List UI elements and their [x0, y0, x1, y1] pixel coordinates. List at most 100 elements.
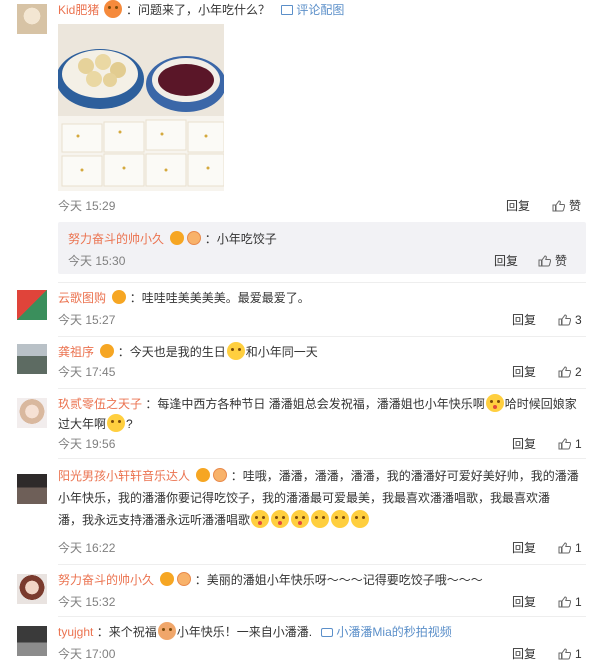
comment-text: ：哇哦，潘潘，潘潘，潘潘，我的潘潘好可爱好美好帅，我的潘潘	[230, 469, 579, 483]
like-button[interactable]: 赞	[552, 196, 581, 216]
username[interactable]: 龚祖序	[58, 345, 94, 359]
comment-text: ：小年吃饺子	[204, 232, 277, 246]
thumbs-up-icon	[558, 366, 571, 378]
comment-text: 小年快乐，我的潘潘你要记得吃饺子，我的潘潘最可爱最美，我最喜欢潘潘唱歌，我最喜欢…	[58, 491, 551, 505]
comment-text: 小年快乐！一来自小潘潘.	[176, 625, 313, 639]
username[interactable]: tyujght	[58, 625, 93, 639]
kiss-emoji-icon	[485, 394, 504, 412]
comment-feed: Kid肥猪 ：问题来了，小年吃什么？ 评论配图 今天 15:29 回复 赞 努力…	[0, 0, 600, 670]
divider	[58, 458, 586, 459]
kiss-emoji-icon	[291, 510, 310, 528]
like-count: 1	[575, 595, 582, 609]
comment-time: 今天 15:32	[58, 595, 116, 609]
comment-text: ：每逢中西方各种节日 潘潘姐总会发祝福，潘潘姐也小年快乐啊	[145, 397, 485, 411]
like-count: 1	[575, 541, 582, 555]
avatar[interactable]	[17, 574, 47, 604]
like-label: 赞	[569, 199, 582, 213]
username[interactable]: 阳光男孩小轩轩音乐达人	[58, 469, 190, 483]
reply-button[interactable]: 回复	[512, 592, 536, 612]
medal-badge-icon	[177, 572, 192, 586]
thumbs-up-icon	[552, 200, 565, 212]
like-label: 赞	[555, 254, 568, 268]
wink-emoji-icon	[107, 414, 126, 432]
thumbs-up-icon	[558, 438, 571, 450]
video-link[interactable]: 小潘潘Mia的秒拍视频	[336, 625, 451, 639]
username[interactable]: 努力奋斗的帅小久	[58, 573, 154, 587]
reply-button[interactable]: 回复	[512, 362, 536, 382]
divider	[58, 564, 586, 565]
like-count: 1	[575, 647, 582, 661]
avatar[interactable]	[17, 474, 47, 504]
divider	[58, 388, 586, 389]
like-button[interactable]: 3	[558, 310, 582, 330]
reply-button[interactable]: 回复	[494, 251, 518, 271]
like-button[interactable]: 2	[558, 362, 582, 382]
reply-button[interactable]: 回复	[512, 434, 536, 454]
comment-item: 玖贰零伍之天子 ：每逢中西方各种节日 潘潘姐总会发祝福，潘潘姐也小年快乐啊 哈时候…	[0, 394, 600, 458]
divider	[58, 282, 586, 283]
emoji-icon	[103, 0, 122, 18]
smile-emoji-icon	[351, 510, 370, 528]
username[interactable]: 努力奋斗的帅小久	[68, 232, 164, 246]
comment-text: ：今天也是我的生日	[117, 345, 226, 359]
comment-time: 今天 15:27	[58, 313, 116, 327]
comment-text: ：问题来了，小年吃什么？	[126, 3, 271, 17]
video-icon	[321, 628, 334, 637]
reply-button[interactable]: 回复	[512, 644, 536, 664]
vip-badge-icon	[100, 344, 115, 358]
thumbs-up-icon	[558, 314, 571, 326]
thumbs-up-icon	[558, 542, 571, 554]
username[interactable]: 云歌图购	[58, 291, 106, 305]
comment-time: 今天 15:29	[58, 199, 116, 213]
comment-text: ：哇哇哇美美美美。最爱最爱了。	[129, 291, 310, 305]
thumbs-up-icon	[538, 255, 551, 267]
comment-photo[interactable]	[58, 24, 224, 191]
comment-item: tyujght ：来个祝福 小年快乐！一来自小潘潘. 小潘潘Mia的秒拍视频 今天…	[0, 622, 600, 670]
smile-emoji-icon	[311, 510, 330, 528]
avatar[interactable]	[17, 626, 47, 656]
reply-button[interactable]: 回复	[512, 310, 536, 330]
like-button[interactable]: 1	[558, 592, 582, 612]
avatar[interactable]	[17, 290, 47, 320]
like-count: 3	[575, 313, 582, 327]
vip-badge-icon	[160, 572, 175, 586]
divider	[58, 616, 586, 617]
avatar[interactable]	[17, 4, 47, 34]
comment-time: 今天 17:00	[58, 647, 116, 661]
comment-item: 阳光男孩小轩轩音乐达人 ：哇哦，潘潘，潘潘，潘潘，我的潘潘好可爱好美好帅，我的潘…	[0, 466, 600, 564]
comment-time: 今天 15:30	[68, 254, 126, 268]
comment-item: 努力奋斗的帅小久 ：美丽的潘姐小年快乐呀～～～记得要吃饺子哦～～～ 今天 15:…	[0, 570, 600, 614]
like-button[interactable]: 1	[558, 434, 582, 454]
comment-image-link[interactable]: 评论配图	[296, 3, 344, 17]
reply-button[interactable]: 回复	[512, 538, 536, 558]
smile-emoji-icon	[331, 510, 350, 528]
comment-text: ?	[126, 417, 133, 431]
comment-time: 今天 19:56	[58, 437, 116, 451]
username[interactable]: Kid肥猪	[58, 3, 99, 17]
like-button[interactable]: 1	[558, 538, 582, 558]
laughing-emoji-icon	[226, 342, 245, 360]
comment-text: ：来个祝福	[96, 625, 157, 639]
like-button[interactable]: 赞	[538, 251, 567, 271]
vip-badge-icon	[196, 468, 211, 482]
comment-text: 过大年啊	[58, 417, 107, 431]
comment-time: 今天 17:45	[58, 365, 116, 379]
medal-badge-icon	[213, 468, 228, 482]
thumbs-up-icon	[558, 596, 571, 608]
sub-reply: 努力奋斗的帅小久 ：小年吃饺子 今天 15:30 回复 赞	[58, 222, 586, 274]
vip-badge-icon	[170, 231, 185, 245]
avatar[interactable]	[17, 344, 47, 374]
like-button[interactable]: 1	[558, 644, 582, 664]
comment-text: 潘，我永远支持潘潘永远听潘潘唱歌	[58, 513, 251, 527]
comment-time: 今天 16:22	[58, 541, 116, 555]
vip-badge-icon	[112, 290, 127, 304]
reply-button[interactable]: 回复	[506, 196, 530, 216]
divider	[58, 336, 586, 337]
comment-text: 和小年同一天	[245, 345, 318, 359]
kiss-emoji-icon	[251, 510, 270, 528]
image-icon	[281, 5, 294, 15]
thumbs-up-icon	[558, 648, 571, 660]
username[interactable]: 玖贰零伍之天子	[58, 397, 142, 411]
avatar[interactable]	[17, 398, 47, 428]
emoji-icon	[157, 622, 176, 640]
